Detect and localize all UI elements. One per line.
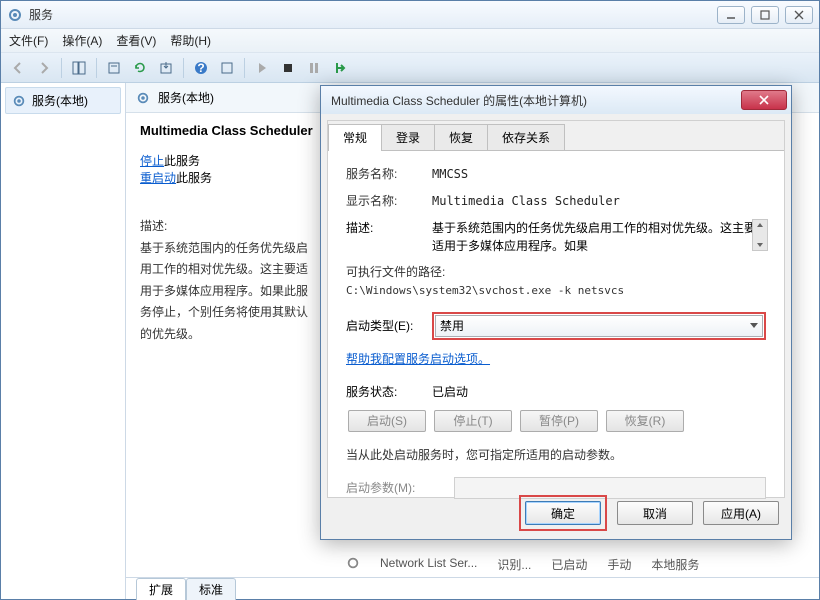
separator — [96, 58, 97, 78]
dialog-title: Multimedia Class Scheduler 的属性(本地计算机) — [331, 92, 741, 109]
label-service-name: 服务名称: — [346, 165, 432, 182]
export-button[interactable] — [155, 57, 177, 79]
chevron-down-icon — [750, 323, 758, 328]
dialog-titlebar: Multimedia Class Scheduler 的属性(本地计算机) — [321, 86, 791, 114]
list-row-partial: Network List Ser... 识别... 已启动 手动 本地服务 — [346, 556, 819, 573]
separator — [244, 58, 245, 78]
start-service-button[interactable] — [251, 57, 273, 79]
stop-service-button[interactable] — [277, 57, 299, 79]
toolbar-button[interactable] — [216, 57, 238, 79]
stop-suffix: 此服务 — [164, 154, 200, 168]
window-title: 服务 — [29, 6, 717, 23]
tab-logon[interactable]: 登录 — [381, 124, 435, 150]
separator — [183, 58, 184, 78]
maximize-button[interactable] — [751, 6, 779, 24]
row-c3: 手动 — [607, 556, 631, 573]
dialog-footer: 确定 取消 应用(A) — [519, 495, 779, 531]
dialog-body: 常规 登录 恢复 依存关系 服务名称: MMCSS 显示名称: Multimed… — [327, 120, 785, 498]
left-tree-panel: 服务(本地) — [1, 83, 126, 599]
service-control-buttons: 启动(S) 停止(T) 暂停(P) 恢复(R) — [346, 410, 766, 432]
back-button[interactable] — [7, 57, 29, 79]
value-exe-path: C:\Windows\system32\svchost.exe -k netsv… — [346, 282, 766, 300]
tab-extended[interactable]: 扩展 — [136, 578, 186, 600]
pause-service-button[interactable] — [303, 57, 325, 79]
restart-link[interactable]: 重启动 — [140, 171, 176, 185]
startup-params-hint: 当从此处启动服务时，您可指定所适用的启动参数。 — [346, 446, 766, 463]
gear-icon — [346, 556, 360, 570]
startup-type-value: 禁用 — [440, 317, 464, 334]
value-service-name: MMCSS — [432, 167, 766, 181]
row-c4: 本地服务 — [651, 556, 699, 573]
properties-button[interactable] — [103, 57, 125, 79]
toolbar: ? — [1, 53, 819, 83]
tab-recovery[interactable]: 恢复 — [434, 124, 488, 150]
tab-dependencies[interactable]: 依存关系 — [487, 124, 565, 150]
resume-button[interactable]: 恢复(R) — [606, 410, 684, 432]
label-status: 服务状态: — [346, 383, 432, 400]
label-start-params: 启动参数(M): — [346, 479, 454, 496]
restart-suffix: 此服务 — [176, 171, 212, 185]
minimize-button[interactable] — [717, 6, 745, 24]
svg-text:?: ? — [197, 61, 204, 75]
row-c2: 已启动 — [551, 556, 587, 573]
ok-button[interactable]: 确定 — [525, 501, 601, 525]
startup-type-select[interactable]: 禁用 — [435, 315, 763, 337]
cancel-button[interactable]: 取消 — [617, 501, 693, 525]
tree-item-services-local[interactable]: 服务(本地) — [5, 87, 121, 114]
menu-view[interactable]: 查看(V) — [116, 32, 156, 49]
dialog-content: 服务名称: MMCSS 显示名称: Multimedia Class Sched… — [328, 151, 784, 513]
gear-icon — [12, 94, 26, 108]
properties-dialog: Multimedia Class Scheduler 的属性(本地计算机) 常规… — [320, 85, 792, 540]
apply-button[interactable]: 应用(A) — [703, 501, 779, 525]
help-button[interactable]: ? — [190, 57, 212, 79]
gear-icon — [136, 91, 150, 105]
start-button[interactable]: 启动(S) — [348, 410, 426, 432]
close-button[interactable] — [785, 6, 813, 24]
value-description: 基于系统范围内的任务优先级启用工作的相对优先级。这主要适用于多媒体应用程序。如果 — [432, 221, 756, 253]
tree-item-label: 服务(本地) — [32, 92, 88, 109]
tab-standard[interactable]: 标准 — [186, 578, 236, 600]
forward-button[interactable] — [33, 57, 55, 79]
label-exe-path: 可执行文件的路径: — [346, 263, 766, 282]
label-description: 描述: — [346, 219, 432, 236]
footer-tabs: 扩展 标准 — [126, 577, 819, 599]
dialog-close-button[interactable] — [741, 90, 787, 110]
description-scrollbar[interactable] — [752, 219, 768, 251]
value-display-name: Multimedia Class Scheduler — [432, 194, 766, 208]
label-display-name: 显示名称: — [346, 192, 432, 209]
stop-button[interactable]: 停止(T) — [434, 410, 512, 432]
menubar: 文件(F) 操作(A) 查看(V) 帮助(H) — [1, 29, 819, 53]
label-startup-type: 启动类型(E): — [346, 317, 432, 334]
description-text: 基于系统范围内的任务优先级启用工作的相对优先级。这主要适用于多媒体应用程序。如果… — [140, 238, 310, 346]
close-icon — [758, 95, 770, 105]
value-status: 已启动 — [432, 383, 468, 400]
menu-action[interactable]: 操作(A) — [62, 32, 102, 49]
highlight-startup-type: 禁用 — [432, 312, 766, 340]
show-hide-tree-button[interactable] — [68, 57, 90, 79]
right-header-title: 服务(本地) — [158, 89, 214, 106]
dialog-tabs: 常规 登录 恢复 依存关系 — [328, 121, 784, 151]
restart-service-button[interactable] — [329, 57, 351, 79]
description-box: 基于系统范围内的任务优先级启用工作的相对优先级。这主要适用于多媒体应用程序。如果 — [432, 219, 766, 255]
pause-button[interactable]: 暂停(P) — [520, 410, 598, 432]
row-name: Network List Ser... — [380, 556, 477, 573]
highlight-ok-button: 确定 — [519, 495, 607, 531]
exe-path-block: 可执行文件的路径: C:\Windows\system32\svchost.ex… — [346, 263, 766, 300]
main-titlebar: 服务 — [1, 1, 819, 29]
tab-general[interactable]: 常规 — [328, 124, 382, 151]
refresh-button[interactable] — [129, 57, 151, 79]
stop-link[interactable]: 停止 — [140, 154, 164, 168]
menu-file[interactable]: 文件(F) — [9, 32, 48, 49]
services-icon — [7, 7, 23, 23]
menu-help[interactable]: 帮助(H) — [170, 32, 211, 49]
row-c1: 识别... — [497, 556, 531, 573]
window-controls — [717, 6, 813, 24]
config-help-link[interactable]: 帮助我配置服务启动选项。 — [346, 350, 490, 367]
separator — [61, 58, 62, 78]
